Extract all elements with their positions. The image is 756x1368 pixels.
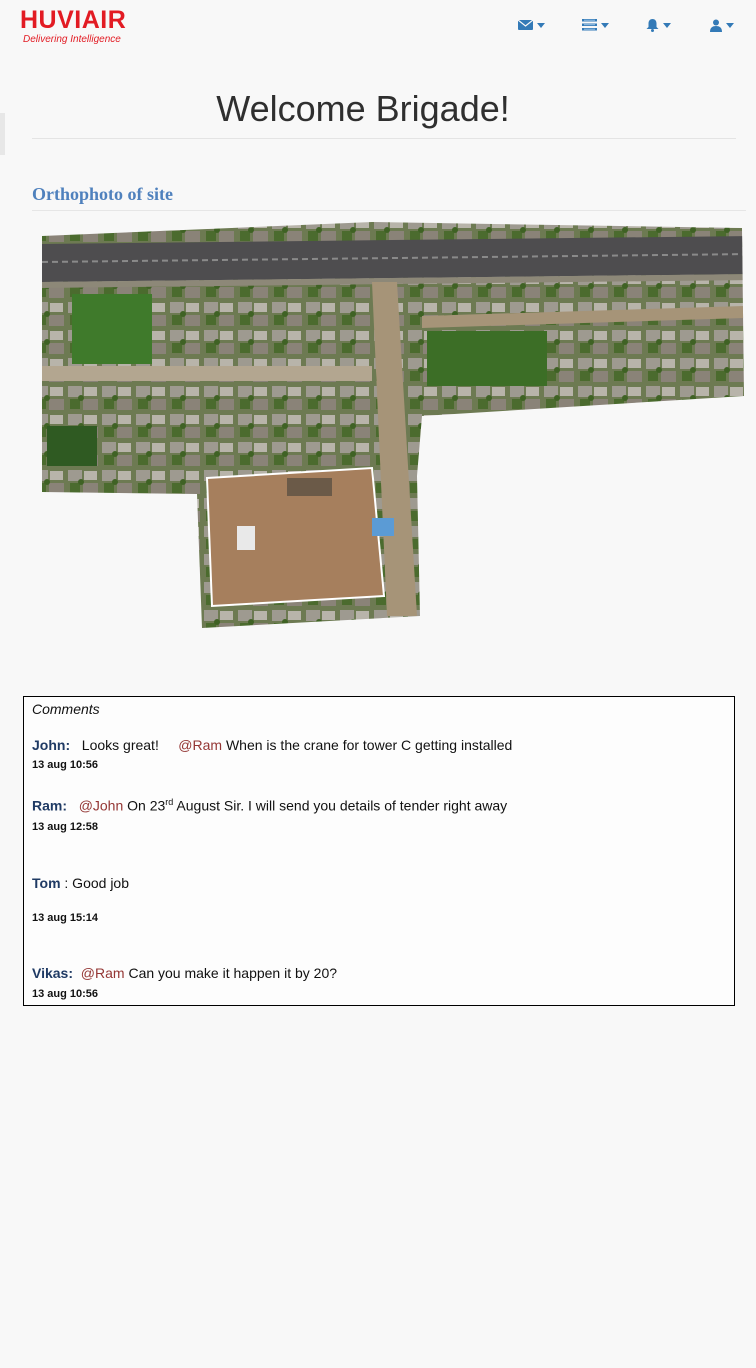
chevron-down-icon	[601, 22, 609, 28]
tasks-dropdown[interactable]	[582, 16, 609, 34]
comment-mention[interactable]: @John	[79, 798, 124, 814]
messages-dropdown[interactable]	[518, 16, 545, 34]
list-icon	[582, 19, 597, 31]
comment-text: On 23	[127, 797, 166, 814]
page-title: Welcome Brigade!	[216, 88, 510, 129]
alerts-dropdown[interactable]	[646, 16, 671, 34]
brand-logo[interactable]: HUVIAIR Delivering Intelligence	[20, 6, 132, 48]
comment-text: August Sir. I will send you details of t…	[173, 797, 508, 814]
comment-text: : Good job	[64, 875, 130, 891]
comments-title: Comments	[32, 701, 100, 717]
comment-mention[interactable]: @Ram	[81, 965, 125, 981]
chevron-down-icon	[663, 22, 671, 28]
comment-author: Vikas:	[32, 965, 73, 981]
user-dropdown[interactable]	[710, 16, 734, 34]
bell-icon	[646, 19, 659, 32]
chevron-down-icon	[726, 22, 734, 28]
comment-author: John:	[32, 737, 71, 753]
comment-item: Ram: @John On 23rd August Sir. I will se…	[32, 797, 507, 814]
brand-tagline: Delivering Intelligence	[23, 34, 121, 45]
section-title: Orthophoto of site	[32, 184, 173, 204]
comment-item: John: Looks great! @Ram When is the cran…	[32, 737, 512, 753]
comment-item: Tom : Good job	[32, 875, 129, 891]
user-icon	[710, 19, 722, 32]
comment-timestamp: 13 aug 10:56	[32, 759, 99, 771]
top-navbar: HUVIAIR Delivering Intelligence	[0, 0, 756, 50]
orthophoto-image	[42, 222, 744, 628]
envelope-icon	[518, 19, 533, 30]
divider	[32, 138, 736, 139]
comments-panel: Comments John: Looks great! @Ram When is…	[23, 696, 735, 1006]
comment-author: Ram:	[32, 797, 68, 814]
chevron-down-icon	[537, 22, 545, 28]
comment-text: Looks great!	[81, 737, 159, 753]
comment-item: Vikas: @Ram Can you make it happen it by…	[32, 965, 337, 981]
comment-timestamp: 13 aug 10:56	[32, 988, 99, 1000]
comment-text: When is the crane for tower C getting in…	[225, 737, 513, 753]
comment-timestamp: 13 aug 12:58	[32, 821, 99, 833]
brand-name: HUVIAIR	[20, 6, 127, 34]
comment-timestamp: 13 aug 15:14	[32, 912, 99, 924]
comment-mention[interactable]: @Ram	[178, 737, 222, 753]
comment-text: Can you make it happen it by 20?	[128, 965, 338, 981]
divider	[32, 210, 746, 211]
comment-author: Tom	[32, 875, 61, 891]
